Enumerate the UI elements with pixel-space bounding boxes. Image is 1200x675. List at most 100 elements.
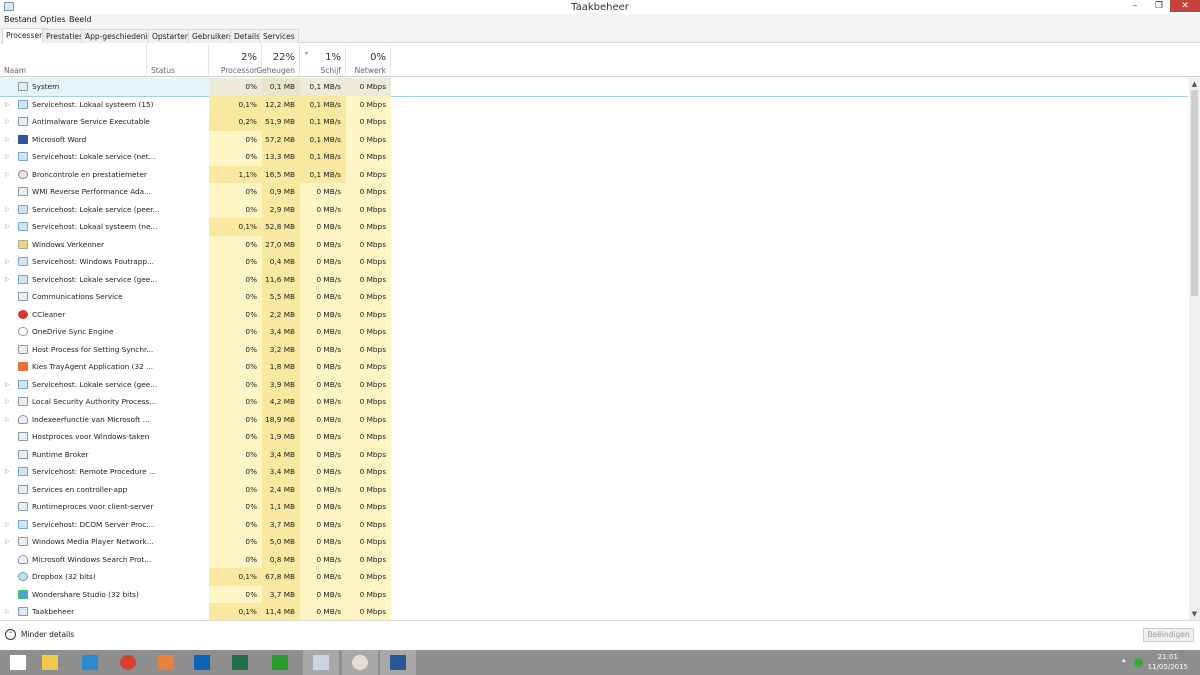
process-row[interactable]: ▷ Servicehost: Lokale service (peer... 0… [0, 200, 1188, 219]
taskbar-resource-monitor[interactable] [342, 650, 378, 675]
minimize-button[interactable]: – [1124, 0, 1146, 12]
menu-bestand[interactable]: Bestand [4, 15, 37, 24]
process-row[interactable]: Services en controller-app 0% 2,4 MB 0 M… [0, 480, 1188, 498]
expand-arrow-icon[interactable]: ▷ [5, 131, 10, 149]
process-row[interactable]: Communications Service 0% 5,5 MB 0 MB/s … [0, 288, 1188, 306]
tab-services[interactable]: Services [259, 29, 299, 43]
expand-arrow-icon[interactable]: ▷ [5, 376, 10, 394]
taskbar-store[interactable] [262, 650, 298, 675]
process-name-cell: Dropbox (32 bits) [0, 568, 147, 586]
column-geheugen-label: Geheugen [256, 66, 295, 75]
taskbar-start[interactable] [0, 650, 36, 675]
process-row[interactable]: Wondershare Studio (32 bits) 0% 3,7 MB 0… [0, 585, 1188, 603]
process-row[interactable]: ▷ Servicehost: Lokaal systeem (ne... 0,1… [0, 218, 1188, 236]
taskbar-chrome[interactable] [110, 650, 146, 675]
expand-arrow-icon[interactable]: ▷ [5, 201, 10, 219]
process-row[interactable]: WMI Reverse Performance Ada... 0% 0,9 MB… [0, 183, 1188, 201]
tab-opstarten[interactable]: Opstarten [148, 29, 194, 43]
tray-overflow-icon[interactable]: ▴ [1122, 656, 1126, 664]
process-row[interactable]: CCleaner 0% 2,2 MB 0 MB/s 0 Mbps [0, 305, 1188, 323]
restore-button[interactable]: ❐ [1148, 0, 1170, 12]
scroll-down-icon[interactable]: ▼ [1189, 610, 1200, 618]
process-row[interactable]: ▷ Servicehost: Remote Procedure ... 0% 3… [0, 463, 1188, 481]
process-row[interactable]: ▷ Antimalware Service Executable 0,2% 51… [0, 113, 1188, 131]
taskbar-word[interactable] [380, 650, 416, 675]
expand-arrow-icon[interactable]: ▷ [5, 533, 10, 551]
column-status[interactable]: Status [147, 44, 209, 77]
expand-arrow-icon[interactable]: ▷ [5, 516, 10, 534]
process-row[interactable]: ▷ Servicehost: DCOM Server Proc... 0% 3,… [0, 515, 1188, 534]
disk-cell: 0,1 MB/s [300, 78, 346, 96]
memory-cell: 0,9 MB [262, 183, 300, 201]
taskbar-excel[interactable] [222, 650, 258, 675]
process-row[interactable]: ▷ Windows Media Player Network... 0% 5,0… [0, 533, 1188, 551]
process-row[interactable]: ▷ Microsoft Word 0% 57,2 MB 0,1 MB/s 0 M… [0, 130, 1188, 149]
end-task-button[interactable]: Beëindigen [1143, 628, 1194, 642]
column-name[interactable]: Naam [0, 44, 147, 77]
process-row[interactable]: ▷ Servicehost: Lokale service (gee... 0%… [0, 270, 1188, 289]
expand-arrow-icon[interactable]: ▷ [5, 393, 10, 411]
process-row[interactable]: ▷ Indexeerfunctie van Microsoft ... 0% 1… [0, 410, 1188, 429]
process-row[interactable]: Microsoft Windows Search Prot... 0% 0,8 … [0, 550, 1188, 568]
tab-processen[interactable]: Processen [2, 28, 48, 44]
memory-cell: 12,2 MB [262, 95, 300, 113]
process-row[interactable]: Kies TrayAgent Application (32 ... 0% 1,… [0, 358, 1188, 376]
network-cell: 0 Mbps [346, 130, 391, 148]
process-row[interactable]: Hostproces voor Windows-taken 0% 1,9 MB … [0, 428, 1188, 446]
expand-arrow-icon[interactable]: ▷ [5, 271, 10, 289]
taskbar: ▴ 21:01 11/05/2015 [0, 650, 1200, 675]
process-row[interactable]: OneDrive Sync Engine 0% 3,4 MB 0 MB/s 0 … [0, 323, 1188, 341]
process-row[interactable]: Runtimeproces voor client-server 0% 1,1 … [0, 498, 1188, 516]
taskbar-media-player[interactable] [148, 650, 184, 675]
process-row[interactable]: ▷ Servicehost: Windows Foutrapp... 0% 0,… [0, 253, 1188, 271]
tab-app-geschiedenis[interactable]: App-geschiedenis [81, 29, 156, 43]
expand-arrow-icon[interactable]: ▷ [5, 463, 10, 481]
process-row[interactable]: Windows Verkenner 0% 27,0 MB 0 MB/s 0 Mb… [0, 235, 1188, 253]
process-row[interactable]: ▷ Taakbeheer 0,1% 11,4 MB 0 MB/s 0 Mbps [0, 603, 1188, 620]
menu-beeld[interactable]: Beeld [69, 15, 92, 24]
expand-arrow-icon[interactable]: ▷ [5, 166, 10, 184]
expand-arrow-icon[interactable]: ▷ [5, 113, 10, 131]
process-row[interactable]: System 0% 0,1 MB 0,1 MB/s 0 Mbps [0, 78, 1188, 97]
process-name: Communications Service [32, 292, 123, 301]
scrollbar[interactable]: ▲ ▼ [1189, 78, 1200, 620]
expand-arrow-icon[interactable]: ▷ [5, 253, 10, 271]
column-processor[interactable]: 2% Processor [209, 44, 262, 77]
column-geheugen[interactable]: 22% Geheugen [256, 44, 300, 77]
dropbox-tray-icon[interactable] [1134, 658, 1143, 667]
process-name-cell: ▷ Servicehost: Windows Foutrapp... [0, 253, 154, 271]
column-netwerk[interactable]: 0% Netwerk [346, 44, 391, 77]
process-row[interactable]: Dropbox (32 bits) 0,1% 67,8 MB 0 MB/s 0 … [0, 568, 1188, 586]
column-status-label: Status [151, 66, 175, 75]
column-schijf[interactable]: ▾ 1% Schijf [300, 44, 346, 77]
less-details-link[interactable]: Minder details [21, 630, 74, 639]
expand-arrow-icon[interactable]: ▷ [5, 148, 10, 166]
process-row[interactable]: Runtime Broker 0% 3,4 MB 0 MB/s 0 Mbps [0, 445, 1188, 463]
process-row[interactable]: ▷ Local Security Authority Process... 0%… [0, 393, 1188, 411]
process-row[interactable]: ▷ Servicehost: Lokale service (gee... 0%… [0, 375, 1188, 394]
menu-opties[interactable]: Opties [40, 15, 66, 24]
scroll-thumb[interactable] [1191, 90, 1198, 296]
win-icon [18, 397, 28, 406]
process-row[interactable]: ▷ Broncontrole en prestatiemeter 1,1% 16… [0, 165, 1188, 184]
scroll-up-icon[interactable]: ▲ [1189, 80, 1200, 88]
expand-arrow-icon[interactable]: ▷ [5, 411, 10, 429]
process-row[interactable]: Host Process for Setting Synchr... 0% 3,… [0, 340, 1188, 358]
taskbar-task-manager[interactable] [303, 650, 339, 675]
clock[interactable]: 21:01 11/05/2015 [1148, 652, 1188, 672]
memory-cell: 3,4 MB [262, 445, 300, 463]
process-row[interactable]: ▷ Servicehost: Lokaal systeem (15) 0,1% … [0, 95, 1188, 114]
taskbar-file-explorer[interactable] [32, 650, 68, 675]
taskbar-internet-explorer[interactable] [72, 650, 108, 675]
chevron-up-icon[interactable]: ⌃ [5, 629, 16, 640]
expand-arrow-icon[interactable]: ▷ [5, 96, 10, 114]
expand-arrow-icon[interactable]: ▷ [5, 218, 10, 236]
expand-arrow-icon[interactable]: ▷ [5, 603, 10, 620]
process-row[interactable]: ▷ Servicehost: Lokale service (net... 0%… [0, 148, 1188, 166]
status-cell [147, 428, 209, 446]
taskbar-outlook[interactable] [184, 650, 220, 675]
close-button[interactable]: ✕ [1170, 0, 1200, 12]
tab-bar: Processen Prestaties App-geschiedenis Op… [0, 27, 1200, 44]
process-name: WMI Reverse Performance Ada... [32, 187, 152, 196]
cpu-cell: 0% [209, 253, 262, 271]
